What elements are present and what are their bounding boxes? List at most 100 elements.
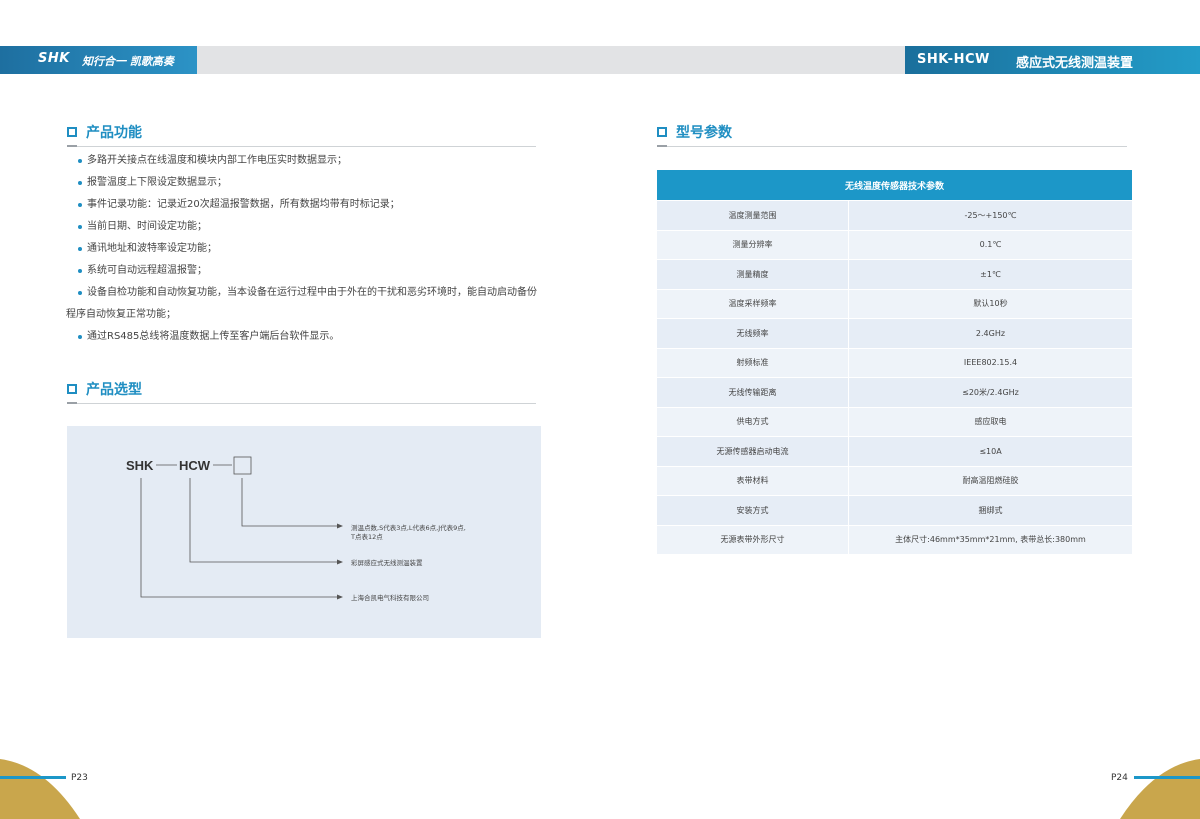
list-item-text: 当前日期、时间设定功能； bbox=[87, 221, 207, 232]
param-value: 感应取电 bbox=[974, 417, 1007, 427]
desc-points-cont: T点表12点 bbox=[350, 532, 383, 541]
selection-rule bbox=[67, 403, 536, 404]
param-value: 默认10秒 bbox=[973, 299, 1008, 309]
list-item-text: 多路开关接点在线温度和模块内部工作电压实时数据显示； bbox=[87, 155, 347, 166]
param-name: 无源表带外形尺寸 bbox=[657, 525, 849, 554]
connector-line-3 bbox=[140, 478, 337, 598]
list-item-text: 报警温度上下限设定数据显示； bbox=[87, 177, 227, 188]
bullet-icon bbox=[78, 269, 82, 273]
arrow-icon bbox=[337, 523, 343, 529]
functions-heading: 产品功能 bbox=[67, 122, 142, 142]
table-row: 无线频率 2.4GHz bbox=[657, 319, 1132, 348]
connector-line-2 bbox=[189, 478, 337, 563]
param-name: 无线传输距离 bbox=[657, 378, 849, 407]
list-item: 系统可自动远程超温报警； bbox=[66, 260, 546, 282]
table-row: 表带材料 耐高温阻燃硅胶 bbox=[657, 466, 1132, 495]
table-row: 无源表带外形尺寸 主体尺寸:46mm*35mm*21mm, 表带总长:380mm bbox=[657, 525, 1132, 554]
desc-company: 上海合凯电气科技有限公司 bbox=[351, 593, 429, 602]
selection-heading: 产品选型 bbox=[67, 379, 142, 399]
table-row: 无源传感器启动电流 ≤10A bbox=[657, 437, 1132, 466]
bullet-icon bbox=[78, 247, 82, 251]
footer-line-left bbox=[0, 776, 66, 779]
code-shk: SHK bbox=[126, 458, 154, 473]
brand-logo: SHK bbox=[38, 51, 70, 66]
selection-rule-accent bbox=[67, 402, 77, 404]
table-header: 无线温度传感器技术参数 bbox=[657, 170, 1132, 200]
param-name: 无线频率 bbox=[657, 319, 849, 348]
product-title: 感应式无线测温装置 bbox=[1016, 56, 1134, 71]
param-value: ≤20米/2.4GHz bbox=[962, 387, 1019, 397]
list-item: 通过RS485总线将温度数据上传至客户端后台软件显示。 bbox=[66, 326, 546, 348]
model-title: SHK-HCW bbox=[917, 52, 990, 67]
list-item: 设备自检功能和自动恢复功能，当本设备在运行过程中由于外在的干扰和恶劣环境时，能自… bbox=[66, 282, 546, 304]
param-name: 射频标准 bbox=[657, 348, 849, 377]
table-row: 测量分辨率 0.1℃ bbox=[657, 230, 1132, 259]
functions-title: 产品功能 bbox=[86, 125, 142, 141]
gold-arc-shape bbox=[0, 759, 80, 819]
table-row: 无线传输距离 ≤20米/2.4GHz bbox=[657, 378, 1132, 407]
param-name: 温度采样频率 bbox=[657, 289, 849, 318]
param-value: 2.4GHz bbox=[975, 328, 1006, 338]
square-icon bbox=[657, 127, 667, 137]
footer-line-right bbox=[1134, 776, 1200, 779]
bullet-icon bbox=[78, 291, 82, 295]
square-icon bbox=[67, 127, 77, 137]
list-item-text: 事件记录功能：记录近20次超温报警数据，所有数据均带有时标记录； bbox=[87, 199, 400, 210]
param-value: 0.1℃ bbox=[979, 240, 1002, 250]
param-name: 安装方式 bbox=[657, 496, 849, 525]
param-name: 供电方式 bbox=[657, 407, 849, 436]
param-value: 捆绑式 bbox=[978, 505, 1003, 515]
corner-decoration-left bbox=[0, 759, 80, 819]
params-rule bbox=[657, 146, 1127, 147]
table-row: 测量精度 ±1℃ bbox=[657, 260, 1132, 289]
bullet-icon bbox=[78, 335, 82, 339]
param-table: 温度测量范围 -25～+150℃ 测量分辨率 0.1℃ 测量精度 ±1℃ 温度采样频率 默认1… bbox=[657, 201, 1132, 555]
param-name: 无源传感器启动电流 bbox=[657, 437, 849, 466]
corner-decoration-right bbox=[1120, 759, 1200, 819]
code-option-box bbox=[233, 456, 252, 475]
code-hcw: HCW bbox=[179, 458, 211, 473]
bullet-icon bbox=[78, 159, 82, 163]
param-value: ±1℃ bbox=[980, 269, 1001, 279]
param-value: -25～+150℃ bbox=[964, 210, 1017, 220]
list-item-text: 通讯地址和波特率设定功能； bbox=[87, 243, 217, 254]
desc-points: 测温点数,S代表3点,L代表6点,J代表9点, bbox=[351, 523, 466, 532]
param-value: 主体尺寸:46mm*35mm*21mm, 表带总长:380mm bbox=[895, 535, 1086, 545]
list-item-text: 设备自检功能和自动恢复功能，当本设备在运行过程中由于外在的干扰和恶劣环境时，能自… bbox=[87, 287, 537, 298]
table-row: 安装方式 捆绑式 bbox=[657, 496, 1132, 525]
list-item: 当前日期、时间设定功能； bbox=[66, 216, 546, 238]
param-name: 表带材料 bbox=[657, 466, 849, 495]
table-row: 温度采样频率 默认10秒 bbox=[657, 289, 1132, 318]
list-item-continuation: 程序自动恢复正常功能； bbox=[66, 309, 176, 320]
brand-slogan: 知行合一 凯歌高奏 bbox=[82, 55, 174, 68]
desc-product: 彩屏感应式无线测温装置 bbox=[351, 558, 423, 567]
selection-title: 产品选型 bbox=[86, 382, 142, 398]
list-item-text: 通过RS485总线将温度数据上传至客户端后台软件显示。 bbox=[87, 331, 340, 342]
params-rule-accent bbox=[657, 145, 667, 147]
list-item: 通讯地址和波特率设定功能； bbox=[66, 238, 546, 260]
gold-arc-shape bbox=[1120, 759, 1200, 819]
list-item: 事件记录功能：记录近20次超温报警数据，所有数据均带有时标记录； bbox=[66, 194, 546, 216]
bullet-icon bbox=[78, 225, 82, 229]
feature-list: 多路开关接点在线温度和模块内部工作电压实时数据显示； 报警温度上下限设定数据显示… bbox=[66, 150, 546, 348]
functions-rule-accent bbox=[67, 145, 77, 147]
selection-diagram: SHK HCW 测温点数,S代表3点,L代表6点,J代表9点, T点表12点 彩… bbox=[67, 426, 541, 638]
param-value: ≤10A bbox=[979, 446, 1002, 456]
list-item: 多路开关接点在线温度和模块内部工作电压实时数据显示； bbox=[66, 150, 546, 172]
table-row: 射频标准 IEEE802.15.4 bbox=[657, 348, 1132, 377]
selection-diagram-svg: SHK HCW 测温点数,S代表3点,L代表6点,J代表9点, T点表12点 彩… bbox=[126, 456, 466, 602]
params-heading: 型号参数 bbox=[657, 122, 732, 142]
bullet-icon bbox=[78, 181, 82, 185]
list-item: 报警温度上下限设定数据显示； bbox=[66, 172, 546, 194]
param-name: 温度测量范围 bbox=[657, 201, 849, 230]
page-number-left: P23 bbox=[71, 773, 88, 783]
table-row: 供电方式 感应取电 bbox=[657, 407, 1132, 436]
param-value: IEEE802.15.4 bbox=[963, 358, 1018, 368]
square-icon bbox=[67, 384, 77, 394]
table-row: 温度测量范围 -25～+150℃ bbox=[657, 201, 1132, 230]
params-title: 型号参数 bbox=[676, 125, 732, 141]
param-value: 耐高温阻燃硅胶 bbox=[962, 476, 1019, 486]
param-name: 测量分辨率 bbox=[657, 230, 849, 259]
arrow-icon bbox=[337, 594, 343, 600]
page-number-right: P24 bbox=[1111, 773, 1128, 783]
